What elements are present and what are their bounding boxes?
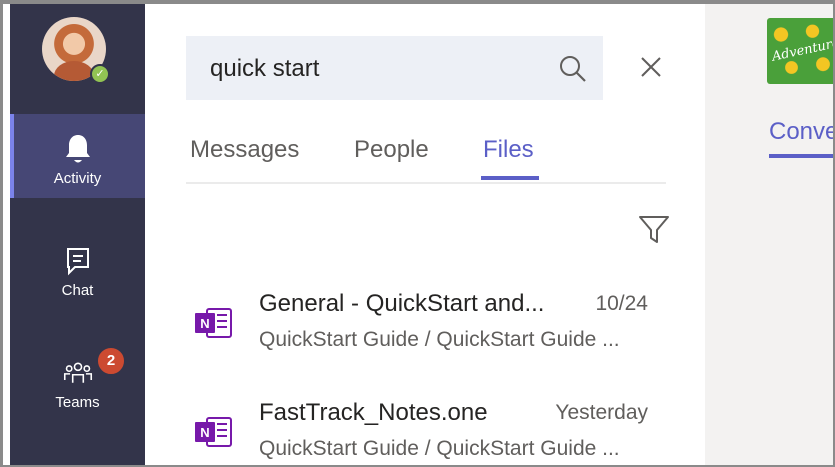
search-icon[interactable]	[558, 54, 588, 84]
teams-window: ✓ Activity Chat 2 Teams quick start Mess…	[3, 4, 833, 465]
app-rail: ✓ Activity Chat 2 Teams	[10, 4, 145, 465]
search-tabs: Messages People Files	[186, 136, 666, 184]
file-date: Yesterday	[555, 401, 648, 424]
file-path: QuickStart Guide / QuickStart Guide ...	[259, 328, 620, 351]
tab-conversations[interactable]: Conve	[769, 118, 833, 146]
file-name: General - QuickStart and...	[259, 290, 545, 317]
file-result[interactable]: N FastTrack_Notes.one Yesterday QuickSta…	[193, 399, 683, 465]
teams-icon	[63, 362, 92, 383]
rail-label-chat: Chat	[61, 282, 94, 299]
avatar-body	[54, 61, 94, 81]
rail-label-teams: Teams	[55, 394, 100, 411]
tab-messages[interactable]: Messages	[190, 136, 299, 164]
chat-icon	[66, 248, 89, 276]
conversations-tab-indicator	[769, 154, 833, 158]
file-date: 10/24	[595, 292, 648, 315]
svg-text:N: N	[200, 425, 209, 440]
filter-icon[interactable]	[637, 212, 671, 246]
rail-item-teams[interactable]: 2 Teams	[10, 338, 145, 422]
file-path: QuickStart Guide / QuickStart Guide ...	[259, 437, 620, 460]
close-icon[interactable]	[638, 54, 664, 80]
file-result[interactable]: N General - QuickStart and... 10/24 Quic…	[193, 290, 683, 370]
teams-badge: 2	[96, 346, 126, 376]
search-box	[186, 36, 603, 100]
file-name: FastTrack_Notes.one	[259, 399, 488, 426]
rail-item-activity[interactable]: Activity	[10, 114, 145, 198]
onenote-icon: N	[195, 417, 232, 447]
onenote-icon: N	[195, 308, 232, 338]
search-input[interactable]	[208, 50, 542, 88]
rail-label-activity: Activity	[53, 170, 102, 187]
team-logo-text: Adventure Works	[770, 26, 833, 65]
svg-text:N: N	[200, 316, 209, 331]
bell-icon	[65, 135, 90, 163]
team-logo[interactable]: Adventure Works	[767, 18, 833, 84]
active-tab-indicator	[481, 176, 539, 180]
tab-files[interactable]: Files	[483, 136, 534, 164]
search-panel: Messages People Files N General - QuickS…	[145, 4, 705, 465]
presence-available-icon: ✓	[90, 64, 110, 84]
team-pane: Adventure Works Conve	[705, 4, 833, 465]
rail-item-chat[interactable]: Chat	[10, 226, 145, 310]
tab-people[interactable]: People	[354, 136, 429, 164]
